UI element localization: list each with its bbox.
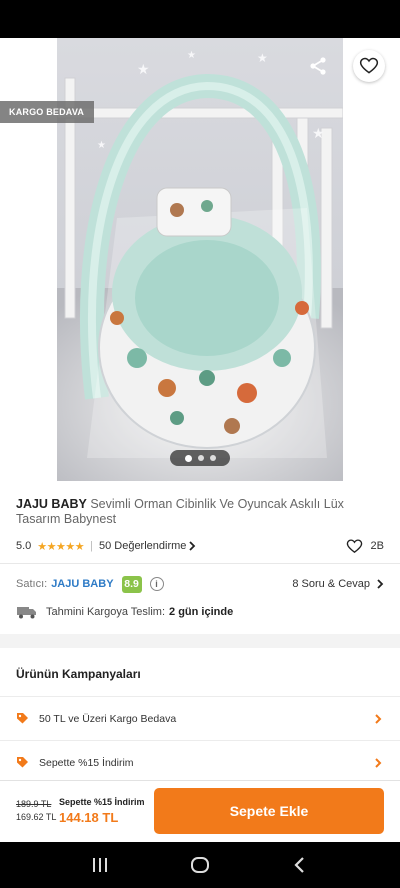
rating-row: 5.0 ★★★★★ | 50 Değerlendirme 2B [16, 538, 384, 554]
info-icon[interactable]: i [149, 577, 164, 591]
free-shipping-badge: KARGO BEDAVA [0, 101, 95, 123]
product-image[interactable]: ★ ★ ★ ★ ★ [57, 38, 343, 481]
back-button[interactable] [10, 50, 46, 82]
recent-apps-button[interactable] [80, 850, 120, 880]
product-title: JAJU BABY Sevimli Orman Cibinlik Ve Oyun… [16, 497, 386, 527]
like-count: 2B [370, 540, 384, 552]
checkout-bar: 189.9 TL 169.62 TL Sepette %15 İndirim 1… [0, 780, 400, 842]
chevron-right-icon [375, 757, 382, 768]
chevron-right-icon [377, 579, 384, 589]
status-bar [0, 0, 400, 38]
delivery-days: 2 gün içinde [169, 606, 234, 618]
cart-discount-label: Sepette %15 İndirim [59, 797, 145, 807]
product-gallery[interactable]: ★ ★ ★ ★ ★ KARGO BEDAVA [0, 38, 400, 481]
svg-text:★: ★ [312, 125, 325, 141]
share-button[interactable] [300, 50, 336, 82]
heart-icon [359, 57, 379, 74]
favorite-button[interactable] [353, 50, 385, 82]
seller-score-badge: 8.9 [121, 575, 142, 593]
seller-row: Satıcı: JAJU BABY 8.9 i 8 Soru & Cevap [16, 574, 386, 594]
original-price: 189.9 TL [16, 799, 52, 809]
campaign-label: Sepette %15 İndirim [39, 756, 134, 769]
qa-label: 8 Soru & Cevap [292, 578, 370, 590]
gallery-pagination [170, 450, 230, 466]
divider [0, 563, 400, 564]
rating-separator: | [90, 540, 93, 552]
delivery-row: Tahmini Kargoya Teslim: 2 gün içinde [16, 603, 386, 621]
pagination-dot [209, 455, 216, 461]
seller-label: Satıcı: [16, 578, 48, 590]
questions-answers-link[interactable]: 8 Soru & Cevap [292, 578, 386, 590]
system-nav-bar [0, 842, 400, 888]
reviews-link[interactable]: 50 Değerlendirme [99, 540, 198, 552]
tag-icon [17, 757, 28, 768]
seller-name-link[interactable]: JAJU BABY [51, 578, 113, 590]
system-back-button[interactable] [280, 850, 320, 880]
svg-text:★: ★ [257, 51, 268, 65]
home-button[interactable] [180, 850, 220, 880]
sale-price: 169.62 TL [16, 812, 57, 822]
heart-outline-icon [346, 538, 362, 553]
chevron-right-icon [375, 713, 382, 724]
rating-stars: ★★★★★ [37, 540, 85, 553]
campaigns-title: Ürünün Kampanyaları [16, 667, 141, 681]
final-price: 144.18 TL [59, 810, 119, 825]
recent-apps-icon [93, 858, 107, 872]
product-brand[interactable]: JAJU BABY [16, 497, 87, 511]
campaign-item[interactable]: Sepette %15 İndirim [0, 740, 400, 784]
reviews-count: 50 Değerlendirme [98, 540, 187, 552]
truck-icon [17, 607, 36, 619]
pagination-dot [184, 454, 192, 462]
share-icon [310, 57, 326, 75]
rating-value: 5.0 [16, 540, 32, 552]
tag-icon [17, 713, 28, 724]
like-button[interactable]: 2B [346, 538, 384, 555]
svg-text:★: ★ [97, 140, 106, 151]
delivery-label: Tahmini Kargoya Teslim: [46, 606, 166, 618]
campaign-label: 50 TL ve Üzeri Kargo Bedava [39, 712, 177, 725]
svg-text:★: ★ [137, 61, 150, 77]
campaign-item[interactable]: 50 TL ve Üzeri Kargo Bedava [0, 696, 400, 740]
chevron-right-icon [189, 541, 196, 551]
pagination-dot [197, 455, 204, 461]
home-icon [191, 857, 209, 873]
arrow-left-icon [19, 57, 37, 75]
add-to-cart-button[interactable]: Sepete Ekle [154, 788, 384, 834]
section-gap [0, 634, 400, 648]
chevron-left-icon [294, 857, 304, 873]
svg-text:★: ★ [187, 50, 196, 61]
